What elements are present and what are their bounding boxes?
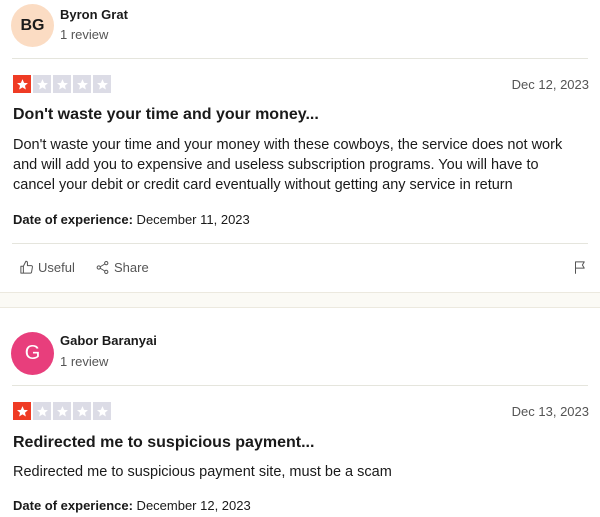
review-body: Redirected me to suspicious payment site… [13, 464, 392, 480]
date-of-experience: Date of experience: December 12, 2023 [13, 498, 251, 513]
share-button[interactable]: Share [95, 260, 149, 275]
review-count: 1 review [60, 354, 109, 369]
star-icon [53, 402, 71, 420]
divider [12, 58, 588, 59]
divider [12, 385, 588, 386]
star-icon [33, 75, 51, 93]
share-label: Share [114, 260, 149, 275]
star-rating [13, 402, 111, 420]
star-rating [13, 75, 111, 93]
review-separator [0, 292, 600, 308]
date-of-experience-label: Date of experience: [13, 498, 133, 513]
star-icon [73, 75, 91, 93]
star-icon [73, 402, 91, 420]
flag-icon[interactable] [573, 260, 588, 275]
thumbs-up-icon [20, 260, 33, 274]
star-icon [93, 402, 111, 420]
review-count: 1 review [60, 27, 109, 42]
star-icon [13, 402, 31, 420]
avatar[interactable]: BG [11, 4, 54, 47]
date-of-experience-value: December 11, 2023 [132, 212, 250, 227]
star-icon [53, 75, 71, 93]
review-body: Don't waste your time and your money wit… [13, 137, 563, 193]
star-icon [33, 402, 51, 420]
useful-label: Useful [38, 260, 75, 275]
divider [12, 243, 588, 244]
date-of-experience: Date of experience: December 11, 2023 [13, 212, 250, 227]
reviewer-name[interactable]: Gabor Baranyai [60, 333, 157, 348]
review-card: BG Byron Grat 1 review Dec 12, 2023 Don'… [0, 0, 600, 292]
review-date: Dec 12, 2023 [511, 77, 589, 92]
avatar[interactable]: G [11, 332, 54, 375]
review-date: Dec 13, 2023 [511, 404, 589, 419]
review-title[interactable]: Redirected me to suspicious payment... [13, 434, 314, 452]
review-card: G Gabor Baranyai 1 review Dec 13, 2023 R… [0, 308, 600, 517]
date-of-experience-value: December 12, 2023 [132, 498, 251, 513]
useful-button[interactable]: Useful [19, 260, 75, 275]
star-icon [93, 75, 111, 93]
star-icon [13, 75, 31, 93]
review-title[interactable]: Don't waste your time and your money... [13, 106, 319, 124]
reviewer-name[interactable]: Byron Grat [60, 7, 128, 22]
share-icon [96, 261, 109, 274]
date-of-experience-label: Date of experience: [13, 212, 133, 227]
